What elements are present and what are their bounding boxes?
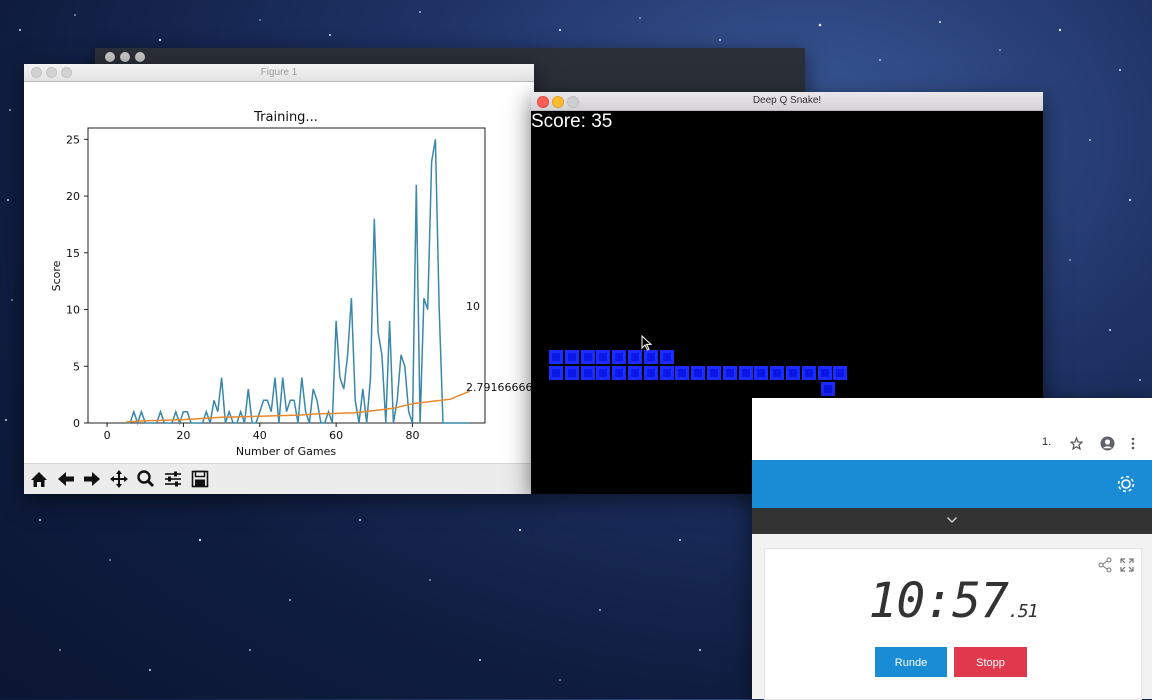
url-field-text[interactable]: 1.: [1042, 436, 1051, 448]
figure-title: Figure 1: [260, 67, 298, 78]
plot-area: [87, 127, 486, 424]
round-button[interactable]: Runde: [875, 647, 947, 677]
snake-segment: [643, 366, 658, 380]
snake-segment: [659, 366, 674, 380]
x-axis-label: Number of Games: [236, 445, 337, 458]
snake-segment: [675, 366, 690, 380]
snake-segment: [770, 366, 785, 380]
y-tick-label: 25: [66, 133, 80, 146]
zoom-icon[interactable]: [61, 67, 72, 78]
training-chart: Training... 0 20 40 60 80 0 5 10 15 20 25 Number …: [50, 110, 534, 458]
snake-segment: [549, 366, 563, 380]
stopwatch-card: 10:57.51 Runde Stopp: [764, 548, 1142, 700]
snake-segment: [628, 366, 642, 380]
snake-segment: [612, 350, 627, 364]
snake-segment: [707, 366, 721, 380]
snake-segment: [580, 366, 595, 380]
y-tick-label: 5: [73, 360, 80, 373]
snake-segment: [817, 366, 832, 380]
y-axis-label: Score: [50, 260, 63, 291]
snake-segment: [801, 366, 816, 380]
snake-segment: [722, 366, 737, 380]
y-tick-label: 15: [66, 247, 80, 260]
zoom-icon[interactable]: [135, 52, 145, 62]
y-tick-label: 20: [66, 190, 80, 203]
snake-segment: [596, 366, 611, 380]
close-icon[interactable]: [105, 52, 115, 62]
zoom-magnifier-icon[interactable]: [135, 469, 157, 489]
profile-icon[interactable]: [1100, 436, 1115, 451]
star-icon[interactable]: [1070, 437, 1083, 450]
chart-title: Training...: [253, 110, 318, 125]
snake-segment: [821, 382, 835, 396]
kebab-menu-icon[interactable]: [1130, 437, 1136, 450]
browser-toolbar: 1.: [752, 398, 1152, 461]
snake-segment: [643, 350, 658, 364]
forward-arrow-icon[interactable]: [81, 469, 103, 489]
x-tick-label: 80: [405, 429, 419, 442]
snake-segment: [612, 366, 627, 380]
figure-toolbar: [24, 463, 534, 494]
minimize-icon[interactable]: [46, 67, 57, 78]
snake-segment: [833, 366, 848, 380]
x-tick-label: 40: [253, 429, 267, 442]
snake-segment: [549, 350, 563, 364]
back-arrow-icon[interactable]: [55, 469, 77, 489]
snake-segment: [754, 366, 769, 380]
mouse-cursor-icon: [641, 335, 653, 351]
score-annotation: 10: [466, 300, 480, 313]
snake-segment: [564, 350, 579, 364]
close-icon[interactable]: [537, 96, 549, 108]
snake-segment: [628, 350, 642, 364]
y-tick-label: 0: [73, 417, 80, 430]
figure-window: Figure 1 Training... 0 20 40 60 80 0 5 10 15 20 2…: [24, 64, 534, 494]
figure-titlebar[interactable]: Figure 1: [24, 64, 534, 82]
mean-annotation: 2.791666666: [466, 381, 534, 394]
pan-icon[interactable]: [108, 469, 130, 489]
snake-segment: [691, 366, 706, 380]
stop-button[interactable]: Stopp: [954, 647, 1027, 677]
zoom-icon[interactable]: [567, 96, 579, 108]
close-icon[interactable]: [31, 67, 42, 78]
snake-window-title: Deep Q Snake!: [752, 95, 822, 106]
browser-window: 1. 10:57.51 Runde Stopp: [752, 398, 1152, 700]
stopwatch-display: 10:57.51: [765, 573, 1141, 629]
fullscreen-icon[interactable]: [1119, 557, 1135, 573]
snake-segment: [659, 350, 674, 364]
minimize-icon[interactable]: [552, 96, 564, 108]
home-icon[interactable]: [28, 469, 50, 489]
app-header: [752, 460, 1152, 508]
x-tick-label: 60: [329, 429, 343, 442]
x-tick-label: 0: [104, 429, 111, 442]
gear-icon[interactable]: [1116, 474, 1136, 494]
minimize-icon[interactable]: [120, 52, 130, 62]
snake-titlebar[interactable]: Deep Q Snake!: [531, 92, 1043, 111]
snake-segment: [564, 366, 579, 380]
y-tick-label: 10: [66, 304, 80, 317]
snake-segment: [738, 366, 753, 380]
configure-subplots-icon[interactable]: [162, 469, 184, 489]
stopwatch-time: 10:57: [868, 573, 1008, 629]
snake-segment: [786, 366, 800, 380]
x-tick-label: 20: [176, 429, 190, 442]
snake-segment: [580, 350, 595, 364]
save-icon[interactable]: [189, 469, 211, 489]
collapse-bar[interactable]: [752, 508, 1152, 534]
chevron-down-icon[interactable]: [946, 516, 958, 524]
stopwatch-hundredths: .51: [1007, 601, 1038, 622]
snake-segment: [596, 350, 611, 364]
share-icon[interactable]: [1097, 557, 1113, 573]
